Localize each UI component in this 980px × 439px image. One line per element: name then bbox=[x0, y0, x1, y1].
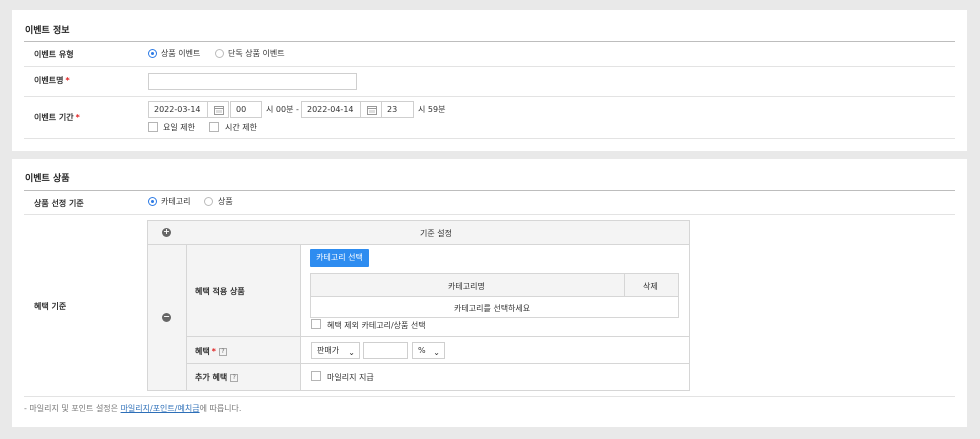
radio-single-product-event[interactable] bbox=[215, 49, 224, 58]
section-title: 이벤트 정보 bbox=[25, 26, 70, 36]
minus-circle-icon[interactable]: − bbox=[162, 313, 171, 322]
end-hour-input[interactable]: 23 bbox=[381, 101, 414, 118]
radio-category-label[interactable]: 카테고리 bbox=[161, 196, 190, 207]
category-empty-message: 카테고리를 선택하세요 bbox=[454, 304, 531, 313]
chevron-down-icon: ⌄ bbox=[348, 348, 355, 357]
calendar-icon bbox=[367, 106, 377, 115]
delete-header: 삭제 bbox=[643, 282, 658, 291]
radio-product-event[interactable] bbox=[148, 49, 157, 58]
day-limit-checkbox[interactable] bbox=[148, 122, 158, 132]
category-name-header: 카테고리명 bbox=[448, 282, 485, 291]
category-table-header bbox=[311, 274, 678, 296]
benefit-amount-input[interactable] bbox=[363, 342, 408, 359]
benefit-basis-label: 혜택 기준 bbox=[34, 302, 67, 311]
event-type-label: 이벤트 유형 bbox=[34, 50, 74, 59]
chevron-down-icon: ⌄ bbox=[433, 348, 440, 357]
event-products-panel: 이벤트 상품 상품 선정 기준 카테고리 상품 혜택 기준 + 기준 설정 − … bbox=[12, 159, 967, 427]
mileage-checkbox[interactable] bbox=[311, 371, 321, 381]
benefit-unit-select[interactable]: % ⌄ bbox=[412, 342, 445, 359]
end-time-suffix: 시 59분 bbox=[418, 105, 446, 114]
time-limit-checkbox[interactable] bbox=[209, 122, 219, 132]
day-limit-label[interactable]: 요일 제한 bbox=[163, 122, 195, 133]
settings-note: - 마일리지 및 포인트 설정은 마일리지/포인트/예치금에 따릅니다. bbox=[24, 404, 242, 413]
select-category-button[interactable]: 카테고리 선택 bbox=[310, 249, 369, 267]
event-name-input[interactable] bbox=[148, 73, 357, 90]
extra-benefit-label: 추가 혜택? bbox=[195, 372, 239, 383]
plus-circle-icon[interactable]: + bbox=[162, 228, 171, 237]
criteria-header bbox=[148, 221, 689, 244]
mileage-settings-link[interactable]: 마일리지/포인트/예치금 bbox=[121, 404, 200, 413]
event-info-panel: 이벤트 정보 이벤트 유형 상품 이벤트 단독 상품 이벤트 이벤트명 * 이벤트… bbox=[12, 10, 967, 151]
calendar-icon bbox=[214, 106, 224, 115]
help-icon[interactable]: ? bbox=[218, 347, 227, 356]
selection-basis-label: 상품 선정 기준 bbox=[34, 199, 84, 208]
event-name-label: 이벤트명 * bbox=[34, 76, 70, 85]
section-title: 이벤트 상품 bbox=[25, 174, 70, 184]
radio-category[interactable] bbox=[148, 197, 157, 206]
help-icon[interactable]: ? bbox=[230, 373, 239, 382]
exclude-checkbox[interactable] bbox=[311, 319, 321, 329]
start-time-suffix: 시 00분 - bbox=[266, 105, 299, 114]
criteria-header-label: 기준 설정 bbox=[420, 229, 452, 238]
benefit-label: 혜택 *? bbox=[195, 346, 227, 357]
start-hour-input[interactable]: 00 bbox=[230, 101, 262, 118]
time-limit-label[interactable]: 시간 제한 bbox=[225, 122, 257, 133]
start-date-input[interactable]: 2022-03-14 bbox=[148, 101, 208, 118]
price-type-select[interactable]: 판매가 ⌄ bbox=[311, 342, 360, 359]
end-calendar-button[interactable] bbox=[360, 101, 382, 118]
radio-product[interactable] bbox=[204, 197, 213, 206]
radio-single-product-event-label[interactable]: 단독 상품 이벤트 bbox=[228, 48, 285, 59]
start-calendar-button[interactable] bbox=[207, 101, 229, 118]
exclude-label[interactable]: 혜택 제외 카테고리/상품 선택 bbox=[327, 320, 426, 331]
end-date-input[interactable]: 2022-04-14 bbox=[301, 101, 362, 118]
mileage-label[interactable]: 마일리지 지급 bbox=[327, 372, 374, 383]
radio-product-event-label[interactable]: 상품 이벤트 bbox=[161, 48, 200, 59]
event-period-label: 이벤트 기간 * bbox=[34, 113, 80, 122]
apply-products-label: 혜택 적용 상품 bbox=[195, 287, 245, 296]
radio-product-label[interactable]: 상품 bbox=[218, 196, 233, 207]
